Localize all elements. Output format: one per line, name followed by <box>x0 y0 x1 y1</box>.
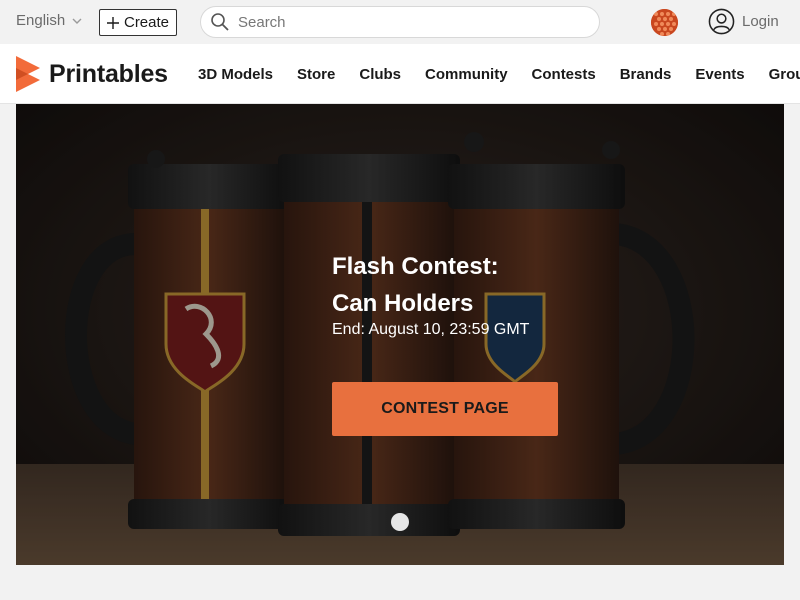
avatar-pattern-icon <box>651 9 678 36</box>
carousel-dot[interactable] <box>391 513 409 531</box>
hero-title: Flash Contest: Can Holders <box>332 248 592 322</box>
user-icon <box>708 8 735 35</box>
create-button[interactable]: Create <box>99 9 177 36</box>
printables-logo-icon <box>16 56 40 92</box>
main-nav: Printables 3D Models Store Clubs Communi… <box>0 44 800 104</box>
avatar[interactable] <box>651 9 678 36</box>
language-selector[interactable]: English <box>16 12 83 29</box>
plus-icon <box>106 16 119 29</box>
search-icon <box>211 13 229 31</box>
create-label: Create <box>123 14 170 31</box>
nav-item-3d-models[interactable]: 3D Models <box>198 66 273 83</box>
language-label: English <box>16 12 66 29</box>
hero-subtitle: End: August 10, 23:59 GMT <box>332 321 530 338</box>
nav-item-brands[interactable]: Brands <box>620 66 672 83</box>
hero-title-line1: Flash Contest: <box>332 253 499 280</box>
hero-banner[interactable]: Flash Contest: Can Holders End: August 1… <box>16 104 784 565</box>
nav-item-contests[interactable]: Contests <box>532 66 596 83</box>
top-bar: English Create Search Login <box>0 0 800 44</box>
search-input[interactable] <box>238 13 578 31</box>
login-button[interactable]: Login <box>708 8 779 35</box>
nav-item-groups[interactable]: Groups <box>769 66 800 83</box>
nav-item-community[interactable]: Community <box>425 66 508 83</box>
logo-text: Printables <box>49 59 168 88</box>
nav-items: 3D Models Store Clubs Community Contests… <box>198 44 800 103</box>
chevron-down-icon <box>72 18 82 24</box>
hero-title-line2: Can Holders <box>332 290 474 317</box>
nav-item-store[interactable]: Store <box>297 66 335 83</box>
nav-item-clubs[interactable]: Clubs <box>359 66 401 83</box>
nav-item-events[interactable]: Events <box>695 66 744 83</box>
search-bar[interactable] <box>200 6 600 38</box>
printables-logo[interactable]: Printables <box>16 56 168 92</box>
login-label: Login <box>742 13 779 30</box>
contest-page-button[interactable]: CONTEST PAGE <box>332 382 558 436</box>
